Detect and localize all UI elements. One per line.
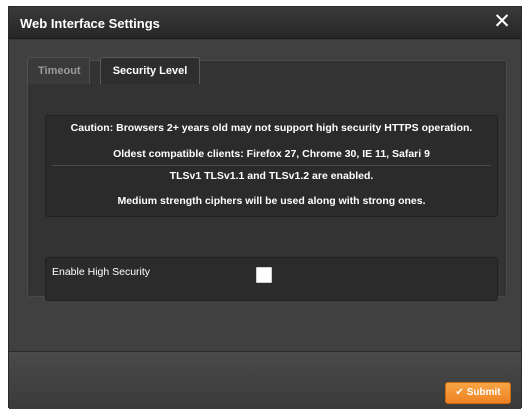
dialog-titlebar: Web Interface Settings ✕: [9, 7, 521, 39]
submit-button[interactable]: ✔ Submit: [445, 382, 511, 404]
enable-high-security-checkbox[interactable]: [256, 267, 272, 283]
caution-text: Caution: Browsers 2+ years old may not s…: [70, 122, 473, 134]
ciphers-text: Medium strength ciphers will be used alo…: [117, 195, 426, 207]
protocols-text: TLSv1 TLSv1.1 and TLSv1.2 are enabled.: [169, 170, 374, 182]
dialog-footer: ✔ Submit: [9, 351, 521, 409]
check-icon: ✔: [455, 387, 464, 398]
enable-high-security-row: Enable High Security: [45, 257, 498, 301]
dialog-title: Web Interface Settings: [20, 16, 160, 31]
compatible-clients-text: Oldest compatible clients: Firefox 27, C…: [113, 148, 430, 160]
tab-timeout[interactable]: Timeout: [27, 57, 90, 84]
info-divider: [52, 165, 491, 166]
tab-security-level[interactable]: Security Level: [100, 57, 200, 84]
submit-label: Submit: [466, 387, 501, 398]
close-icon[interactable]: ✕: [491, 10, 513, 34]
security-info-box: Caution: Browsers 2+ years old may not s…: [45, 115, 498, 217]
enable-high-security-label: Enable High Security: [52, 266, 151, 278]
